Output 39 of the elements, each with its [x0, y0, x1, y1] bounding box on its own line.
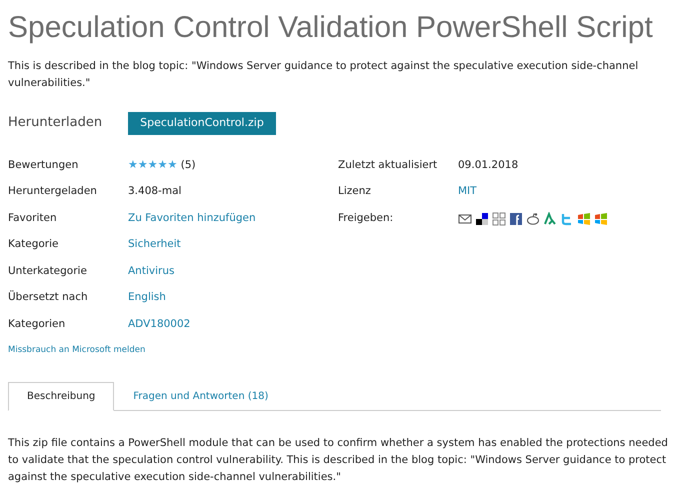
value-text: 09.01.2018	[458, 158, 518, 173]
star-icon: ★	[158, 158, 168, 172]
download-label: Herunterladen	[8, 114, 102, 132]
star-icon: ★	[168, 158, 178, 172]
intro-text: This is described in the blog topic: "Windows Server guidance to protect against the speculative execution side-channel vulnerabilities."	[8, 59, 640, 91]
tab[interactable]: Fragen und Antworten (18)	[114, 382, 288, 411]
value-link[interactable]: ADV180002	[128, 316, 190, 333]
field-label: Lizenz	[338, 184, 372, 200]
windows-icon[interactable]	[594, 212, 608, 226]
value-link[interactable]: Zu Favoriten hinzufügen	[128, 210, 256, 227]
field-label: Unterkategorie	[8, 264, 88, 279]
checkmark-icon[interactable]	[543, 212, 557, 226]
letter-t-icon[interactable]	[560, 212, 574, 226]
field-label: Kategorie	[8, 237, 60, 252]
squares-icon[interactable]	[475, 212, 489, 226]
page-title: Speculation Control Validation PowerShell Script	[8, 10, 654, 46]
rating-count: (5)	[180, 159, 196, 172]
description-text: This zip file contains a PowerShell module that can be used to confirm whether a system has enabled the protections needed to validate that the speculation control vulnerability. This is described in the blog topic: "Windows Server guidance to protect against the speculative execution side-channel vulnerabilities."	[8, 436, 669, 485]
value-link[interactable]: MIT	[458, 184, 477, 200]
field-label: Favoriten	[8, 210, 58, 226]
value-link[interactable]: Antivirus	[128, 264, 174, 280]
field-label: Freigeben:	[338, 210, 394, 226]
field-label: Zuletzt aktualisiert	[338, 158, 438, 173]
value-text: 3.408-mal	[128, 184, 182, 200]
star-icon: ★	[138, 158, 148, 172]
star-icon: ★	[148, 158, 158, 172]
download-button[interactable]: SpeculationControl.zip	[128, 112, 276, 134]
value-link[interactable]: Sicherheit	[128, 237, 181, 254]
star-icon: ★	[128, 158, 138, 172]
value-link[interactable]: English	[128, 290, 166, 306]
mail-icon[interactable]	[458, 212, 472, 226]
tab[interactable]: Beschreibung	[8, 382, 114, 411]
field-label: Kategorien	[8, 316, 66, 332]
report-link[interactable]: Missbrauch an Microsoft melden	[8, 344, 146, 357]
windows-icon[interactable]	[577, 212, 591, 226]
field-label: Übersetzt nach	[8, 290, 89, 306]
field-label: Bewertungen	[8, 158, 80, 173]
field-label: Heruntergeladen	[8, 184, 98, 200]
facebook-icon[interactable]	[509, 212, 523, 226]
